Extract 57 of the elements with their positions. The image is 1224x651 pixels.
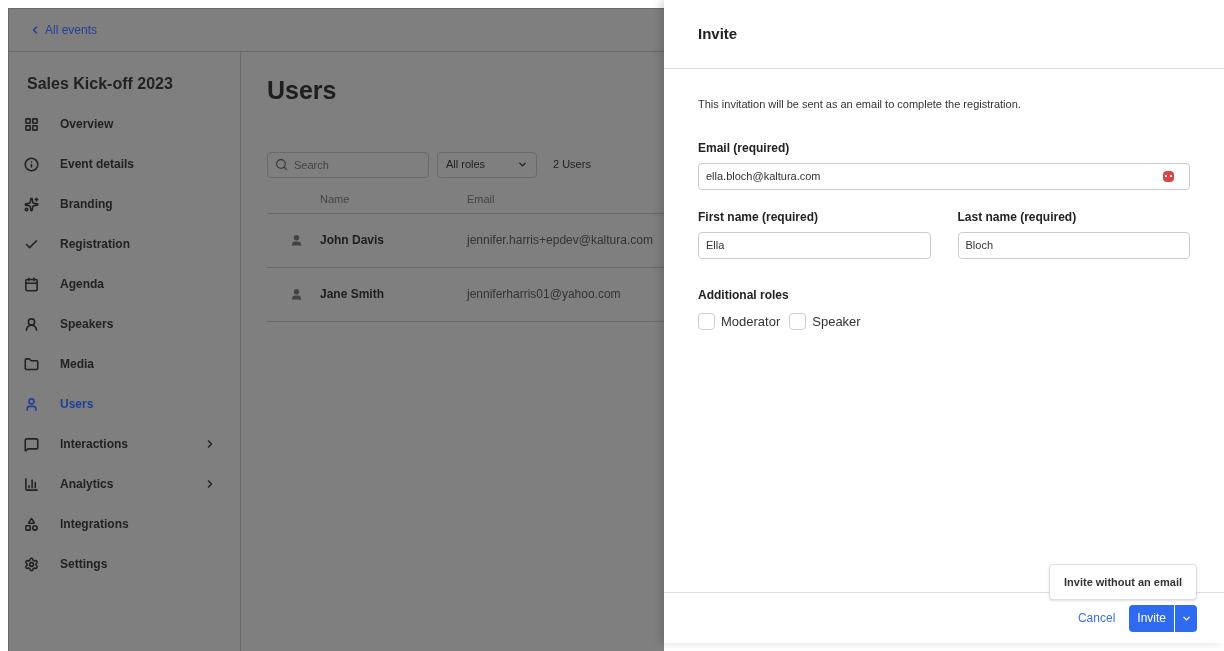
table-cell-text: Jane Smith [320,286,386,303]
grid-icon [24,116,39,132]
user-icon [290,287,303,301]
sidebar-item[interactable]: Interactions [9,424,240,464]
sidebar-item[interactable]: Event details [9,144,240,184]
dialog-title: Invite [698,23,738,44]
back-link[interactable]: All events [29,21,98,39]
sidebar-item[interactable]: Speakers [9,304,240,344]
sidebar-item[interactable]: Registration [9,224,240,264]
checkbox[interactable] [698,312,715,330]
dropdown-menu-item[interactable]: Invite without an email [1049,564,1197,600]
column-header: Name [320,191,351,207]
sidebar-item[interactable]: Users [9,384,240,424]
shapes-icon [24,516,39,532]
intro-text: This invitation will be sent as an email to complete the registration. [698,97,1022,112]
table-cell-text: John Davis [320,232,386,249]
field-label: Last name (required) [957,208,1078,226]
sidebar-item[interactable]: Analytics [9,464,240,504]
user-icon [24,396,39,412]
invite-options-button[interactable] [1175,604,1197,632]
table-cell-text: jenniferharris01@yahoo.com [467,286,621,303]
sidebar-item[interactable]: Settings [9,544,240,584]
field-label: Additional roles [698,286,790,304]
email-field[interactable]: ella.bloch@kaltura.com [698,162,1190,190]
field-label: Email (required) [698,139,791,157]
checkbox[interactable] [789,312,807,330]
bar-chart-icon [24,476,39,492]
name-field[interactable]: Bloch [957,231,1190,259]
event-title: Sales Kick-off 2023 [26,74,174,94]
person-icon [24,316,39,332]
sidebar-item[interactable]: Overview [9,104,240,144]
autofill-icon [1163,170,1174,182]
sparkles-icon [24,196,39,212]
invite-button[interactable]: Invite [1129,604,1174,632]
sidebar-item[interactable]: Agenda [9,264,240,304]
chat-icon [24,436,39,452]
field-label: First name (required) [698,208,820,226]
info-icon [24,156,39,172]
table-cell-text: jennifer.harris+epdev@kaltura.com [467,232,653,249]
checkbox-label: Speaker [812,312,861,331]
user-icon [290,233,303,247]
search-field[interactable]: Search [267,151,429,178]
sidebar-item[interactable]: Integrations [9,504,240,544]
chevron-down-icon [517,159,528,170]
checkbox-label: Moderator [721,312,781,331]
calendar-icon [24,276,39,292]
column-header: Email [467,191,495,207]
sidebar-item[interactable]: Media [9,344,240,384]
role-dropdown[interactable]: All roles [437,151,537,178]
search-icon [275,157,288,171]
name-field[interactable]: Ella [698,231,931,259]
sidebar-item[interactable]: Branding [9,184,240,224]
settings-icon [24,556,39,572]
folder-icon [24,356,39,372]
page-title: Users [267,75,338,106]
user-count: 2 Users [553,157,591,173]
cancel-link[interactable]: Cancel [1077,609,1116,627]
